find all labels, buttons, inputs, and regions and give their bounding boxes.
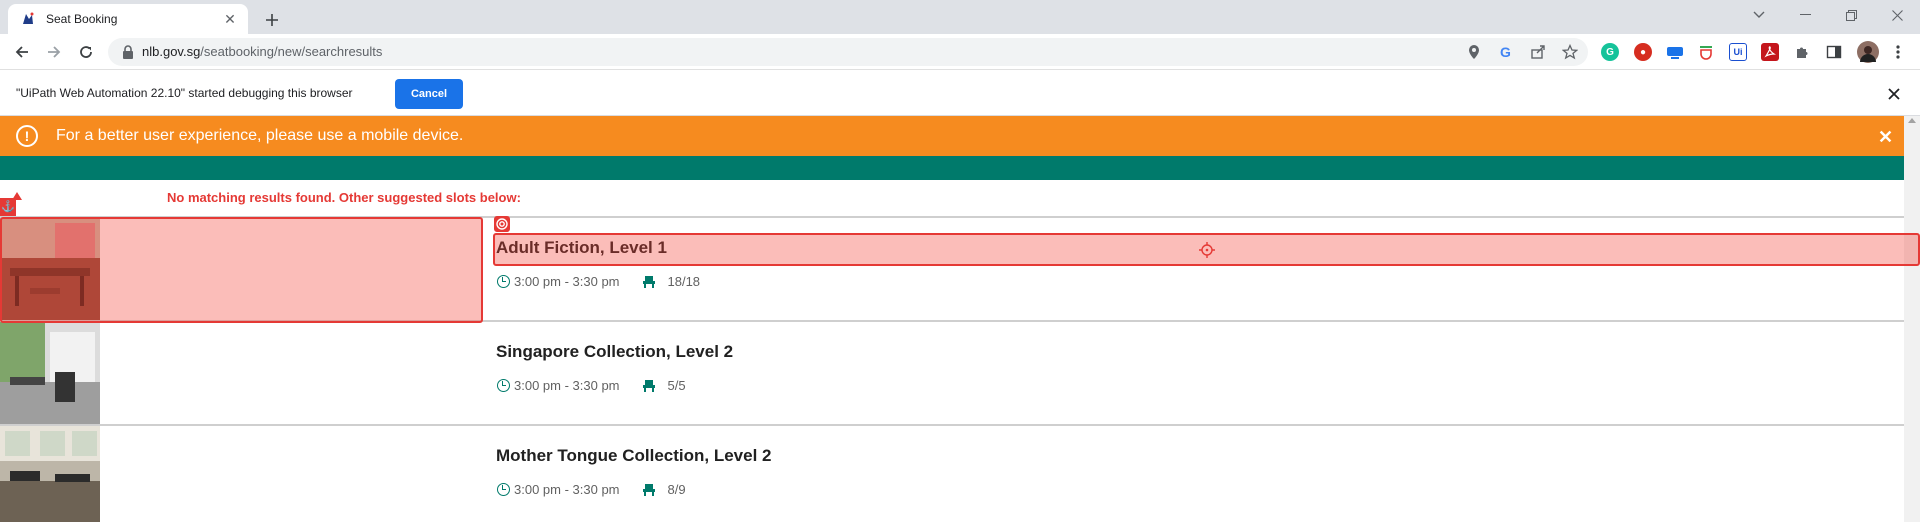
- menu-dots-icon[interactable]: [1889, 43, 1907, 61]
- tab-search-button[interactable]: [1736, 0, 1782, 30]
- restore-icon: [1845, 9, 1857, 21]
- close-icon: [1891, 9, 1903, 21]
- tab-seat-booking[interactable]: Seat Booking ✕: [8, 4, 248, 34]
- restore-button[interactable]: [1828, 0, 1874, 30]
- anchor-icon: ⚓: [0, 198, 16, 216]
- pdf-extension-icon[interactable]: [1761, 43, 1779, 61]
- cancel-debugging-button[interactable]: Cancel: [395, 79, 463, 109]
- new-tab-button[interactable]: [258, 6, 286, 34]
- result-row[interactable]: Singapore Collection, Level 2 3:00 pm - …: [0, 320, 1904, 424]
- tab-title: Seat Booking: [46, 12, 118, 26]
- mobile-device-alert: ! For a better user experience, please u…: [0, 116, 1904, 156]
- slot-details: 3:00 pm - 3:30 pm 18/18: [497, 274, 700, 289]
- target-icon: [494, 216, 510, 232]
- seat-count: 8/9: [667, 482, 686, 497]
- address-bar[interactable]: nlb.gov.sg/seatbooking/new/searchresults…: [108, 38, 1588, 66]
- browser-toolbar: nlb.gov.sg/seatbooking/new/searchresults…: [0, 34, 1920, 70]
- tab-close-icon[interactable]: ✕: [222, 11, 238, 27]
- puzzle-icon[interactable]: [1793, 43, 1811, 61]
- side-panel-icon[interactable]: [1825, 43, 1843, 61]
- google-icon[interactable]: G: [1498, 44, 1514, 60]
- slot-time: 3:00 pm - 3:30 pm: [514, 274, 620, 289]
- reload-icon: [80, 46, 92, 58]
- grammarly-extension-icon[interactable]: G: [1601, 43, 1619, 61]
- profile-avatar[interactable]: [1857, 41, 1879, 63]
- infobar-close-button[interactable]: [1884, 84, 1904, 104]
- alert-close-icon[interactable]: ✕: [1878, 127, 1893, 148]
- minimize-button[interactable]: [1782, 0, 1828, 30]
- slot-details: 3:00 pm - 3:30 pm 5/5: [497, 378, 686, 393]
- lock-icon[interactable]: [120, 44, 136, 60]
- clock-icon: [497, 275, 510, 288]
- seat-icon: [642, 380, 655, 392]
- alert-text: For a better user experience, please use…: [56, 127, 464, 144]
- debugging-message: "UiPath Web Automation 22.10" started de…: [16, 86, 353, 100]
- debugging-infobar: "UiPath Web Automation 22.10" started de…: [0, 70, 1920, 116]
- close-icon: [1888, 88, 1900, 100]
- tab-strip: Seat Booking ✕: [0, 0, 1920, 34]
- no-match-message: No matching results found. Other suggest…: [167, 190, 521, 205]
- minimize-icon: [1799, 14, 1811, 15]
- anchor-highlight: [0, 217, 483, 323]
- exclamation-circle-icon: !: [16, 125, 38, 147]
- seat-icon: [642, 484, 655, 496]
- star-icon[interactable]: [1562, 44, 1578, 60]
- arrow-right-icon: [48, 46, 61, 58]
- clock-icon: [497, 483, 510, 496]
- seat-count: 18/18: [667, 274, 701, 289]
- page-scrollbar[interactable]: [1904, 116, 1920, 522]
- clock-icon: [497, 379, 510, 392]
- location-icon[interactable]: [1466, 44, 1482, 60]
- result-row[interactable]: Mother Tongue Collection, Level 2 3:00 p…: [0, 424, 1904, 522]
- reload-button[interactable]: [72, 38, 100, 66]
- plus-icon: [266, 14, 278, 26]
- library-photo: [0, 426, 100, 522]
- nlb-favicon-icon: [20, 11, 36, 27]
- slot-details: 3:00 pm - 3:30 pm 8/9: [497, 482, 686, 497]
- location-name[interactable]: Singapore Collection, Level 2: [496, 342, 733, 362]
- slot-time: 3:00 pm - 3:30 pm: [514, 482, 620, 497]
- share-icon[interactable]: [1530, 44, 1546, 60]
- uipath-extension-icon[interactable]: Ui: [1729, 43, 1747, 61]
- svg-text:G: G: [1500, 44, 1511, 60]
- ublock-extension-icon[interactable]: ●: [1634, 43, 1652, 61]
- seat-icon: [642, 276, 655, 288]
- close-window-button[interactable]: [1874, 0, 1920, 30]
- back-button[interactable]: [8, 38, 36, 66]
- forward-button[interactable]: [40, 38, 68, 66]
- cast-extension-icon[interactable]: [1666, 43, 1684, 61]
- library-photo: [0, 322, 100, 424]
- seat-count: 5/5: [667, 378, 686, 393]
- crosshair-icon: [1199, 242, 1215, 258]
- slot-time: 3:00 pm - 3:30 pm: [514, 378, 620, 393]
- location-name[interactable]: Mother Tongue Collection, Level 2: [496, 446, 772, 466]
- scroll-up-icon[interactable]: [1908, 118, 1916, 123]
- arrow-left-icon: [15, 46, 28, 58]
- shield-extension-icon[interactable]: [1697, 43, 1715, 61]
- chevron-down-icon: [1753, 11, 1765, 18]
- header-bar: [0, 156, 1904, 180]
- url-text: nlb.gov.sg/seatbooking/new/searchresults: [142, 44, 383, 59]
